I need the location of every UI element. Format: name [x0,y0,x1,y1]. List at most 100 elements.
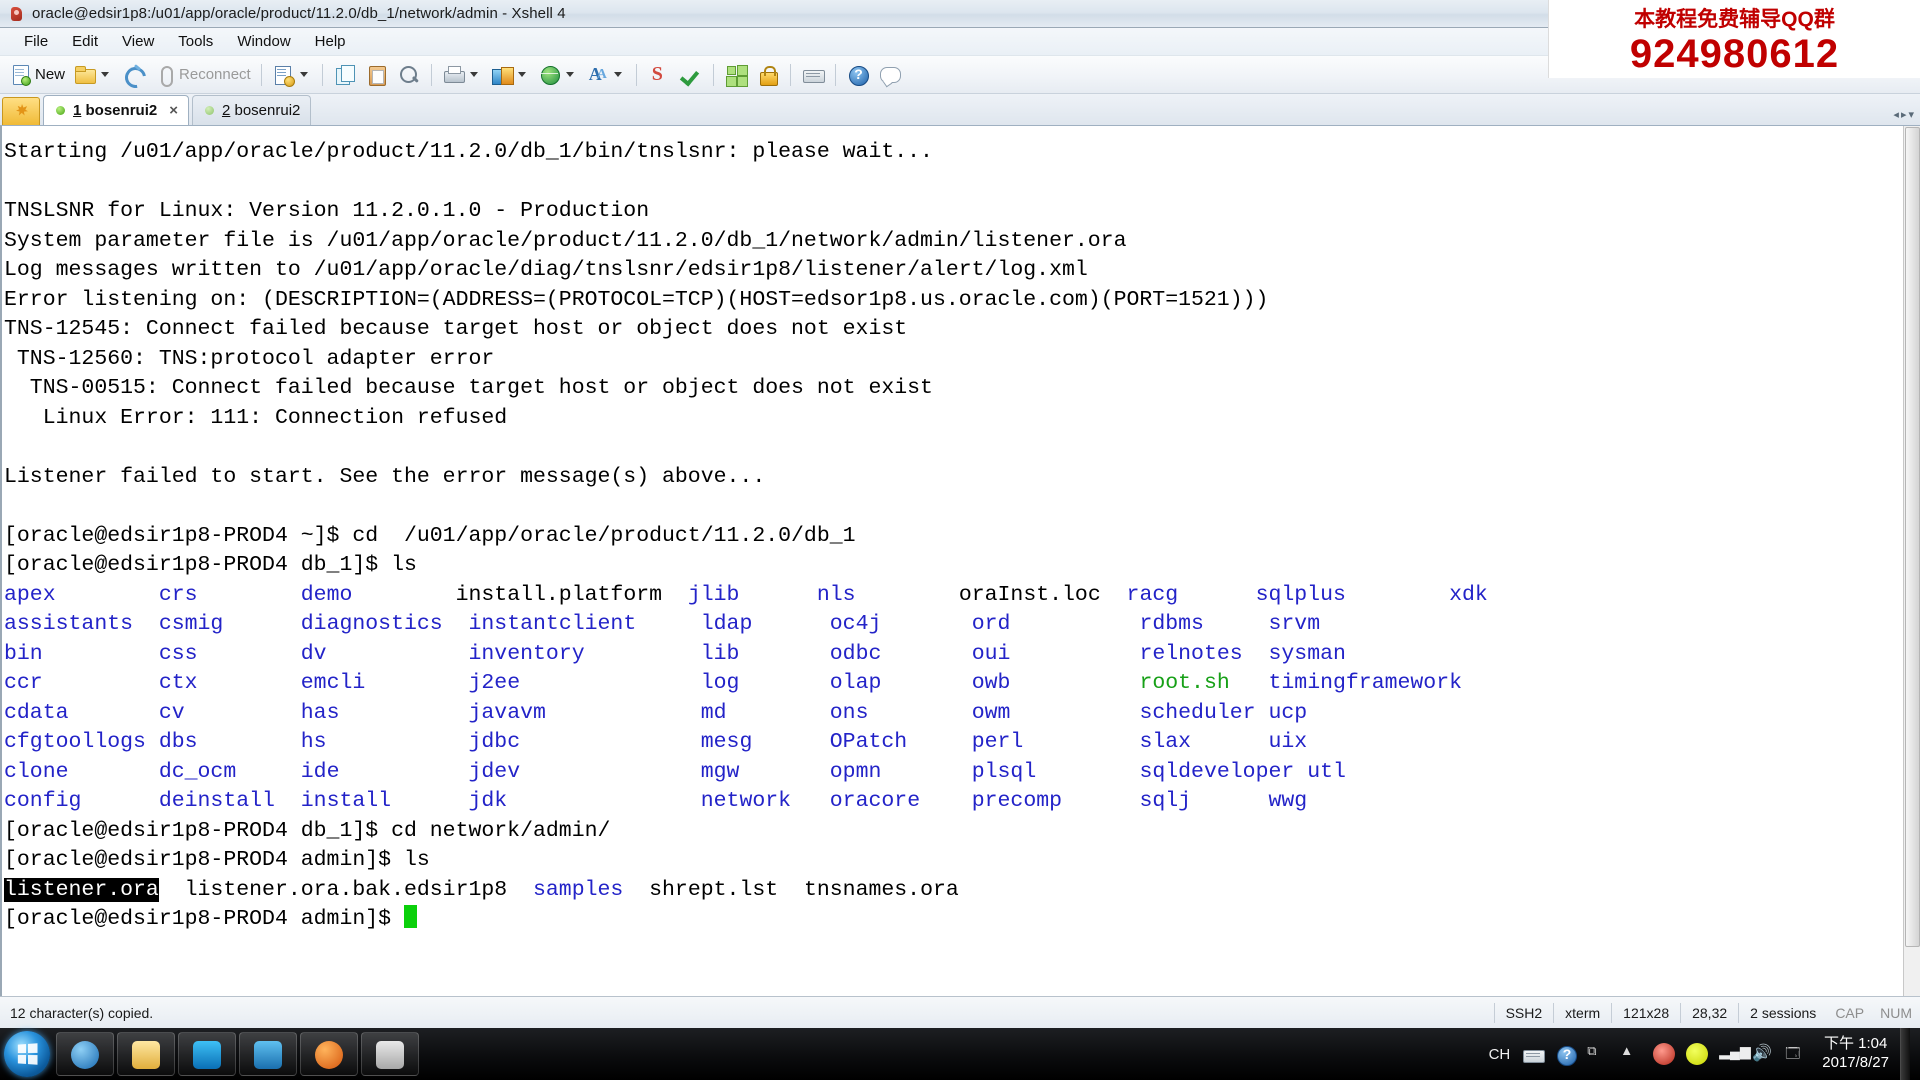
terminal-text: instantclient [468,612,701,636]
scroll-left-icon[interactable]: ◂ [1893,108,1899,121]
terminal-text: TNS-12545: Connect failed because target… [4,317,908,341]
show-desktop-button[interactable] [1900,1028,1910,1080]
menu-item-tools[interactable]: Tools [166,30,225,53]
terminal-text: css [158,641,301,666]
web-button[interactable] [535,60,581,90]
terminal-text: opmn [829,759,972,784]
terminal-text: dbs [158,730,301,754]
folder-icon [132,1041,160,1069]
toolbar-separator [260,63,262,86]
check-button[interactable] [676,60,706,90]
xshell-window: oracle@edsir1p8:/u01/app/oracle/product/… [0,0,1920,1080]
open-session-button[interactable] [70,60,116,90]
help-button[interactable] [843,60,873,90]
green-check-icon [679,63,703,87]
taskbar-item-maxthon[interactable] [178,1032,236,1076]
terminal-line: cdata cv has javavm md ons owm scheduler… [4,699,1918,729]
chevron-down-icon[interactable] [517,72,526,77]
keyboard-button[interactable] [798,60,828,90]
menu-item-help[interactable]: Help [303,30,358,53]
keyboard-icon [801,63,825,87]
promo-watermark: 本教程免费辅导QQ群 924980612 [1548,0,1920,78]
printer-icon [442,63,466,87]
input-language-indicator[interactable]: CH [1489,1046,1511,1063]
lock-button[interactable] [753,60,783,90]
scrollbar-thumb[interactable] [1905,127,1920,947]
script-button[interactable] [269,60,315,90]
paste-button[interactable] [362,60,392,90]
paste-icon [365,63,389,87]
taskbar-item-app[interactable] [361,1032,419,1076]
menu-item-edit[interactable]: Edit [60,30,110,53]
scroll-right-icon[interactable]: ▸ [1901,108,1907,121]
terminal-text: relnotes [1139,641,1269,666]
font-button[interactable] [583,60,629,90]
terminal-line: [oracle@edsir1p8-PROD4 db_1]$ ls [4,551,1918,581]
terminal-text: mesg [700,730,830,754]
flash-icon[interactable]: 🗔 [1785,1043,1807,1065]
session-manager-button[interactable] [644,60,674,90]
chevron-down-icon[interactable] [613,72,622,77]
terminal-text: OPatch [829,730,972,754]
find-button[interactable] [394,60,424,90]
status-cursor-pos: 28,32 [1680,1002,1738,1023]
antivirus-icon[interactable] [1653,1043,1676,1065]
tab-list-icon[interactable]: ▾ [1908,108,1914,121]
terminal-text: System parameter file is /u01/app/oracle… [4,228,1127,253]
file-transfer-button[interactable] [487,60,533,90]
terminal-scrollbar[interactable] [1903,126,1920,996]
browser-icon [71,1041,99,1069]
update-icon[interactable] [1686,1043,1709,1065]
chevron-down-icon[interactable] [469,72,478,77]
menu-item-view[interactable]: View [110,30,166,53]
taskbar-item-explorer[interactable] [117,1032,175,1076]
connect-button[interactable] [118,60,148,90]
feedback-button[interactable] [875,60,905,90]
close-icon[interactable]: × [169,102,178,119]
taskbar-item-xshell[interactable] [239,1032,297,1076]
tabbar-scroll-controls[interactable]: ◂ ▸ ▾ [1893,108,1920,125]
terminal-text: samples [533,877,624,902]
taskbar-clock[interactable]: 下午 1:04 2017/8/27 [1818,1035,1889,1073]
taskbar-item-browser-blue[interactable] [56,1032,114,1076]
terminal-line: TNS-12545: Connect failed because target… [4,315,1918,345]
chevron-down-icon[interactable] [299,72,308,77]
terminal-text: Linux Error: 111: Connection refused [4,405,508,430]
session-tab-2[interactable]: 2 bosenrui2 [191,95,312,125]
terminal-text: network [700,789,830,813]
chevron-down-icon[interactable] [101,72,110,77]
terminal-text: perl [971,730,1140,754]
volume-icon[interactable]: 🔊 [1752,1043,1774,1065]
terminal-output[interactable]: Starting /u01/app/oracle/product/11.2.0/… [0,126,1920,996]
new-file-icon [9,63,33,87]
terminal-text: install.platform [455,582,688,607]
help-icon[interactable] [1554,1043,1578,1066]
terminal-text: hs [300,730,469,754]
menu-item-window[interactable]: Window [225,30,302,53]
print-button[interactable] [439,60,485,90]
network-signal-icon[interactable]: ▂▄▆ [1719,1043,1750,1065]
terminal-text: sysman [1268,641,1346,666]
arrange-button[interactable] [721,60,751,90]
copy-button[interactable] [330,60,360,90]
terminal-text: uix [1268,730,1308,754]
terminal-line: listener.ora listener.ora.bak.edsir1p8 s… [4,876,1918,906]
terminal-text: timingframework [1268,671,1463,695]
expand-icon[interactable]: ⧉ [1587,1043,1609,1065]
new-tab-button[interactable] [2,97,40,125]
chevron-down-icon[interactable] [565,72,574,77]
show-hidden-icons-icon[interactable]: ▲ [1620,1043,1642,1065]
new-session-button[interactable]: New [6,60,68,90]
terminal-text: install [300,789,469,813]
windows-start-orb[interactable] [4,1031,50,1077]
taskbar-item-firefox[interactable] [300,1032,358,1076]
file-transfer-icon [490,63,514,87]
terminal-text: md [700,700,830,725]
terminal-line: TNSLSNR for Linux: Version 11.2.0.1.0 - … [4,197,1918,227]
menu-item-file[interactable]: File [12,30,60,53]
keyboard-icon[interactable] [1521,1043,1546,1065]
terminal-line: bin css dv inventory lib odbc oui relnot… [4,640,1918,670]
session-tab-1[interactable]: 1 bosenrui2 × [43,95,189,125]
